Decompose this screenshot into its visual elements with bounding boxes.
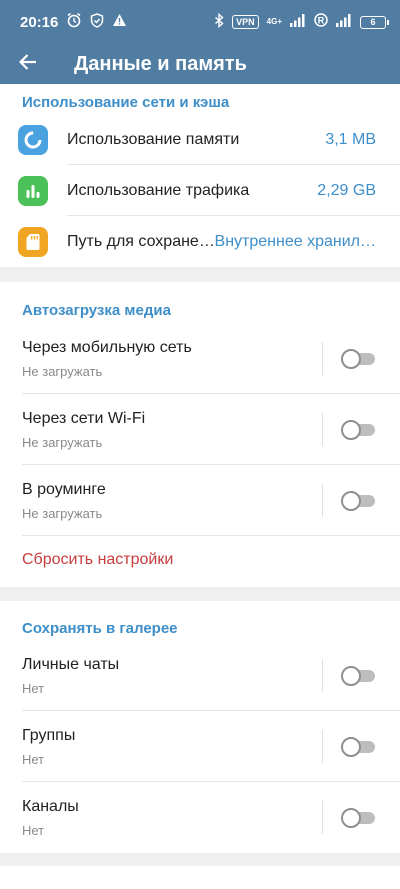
gallery-channels-row[interactable]: Каналы Нет — [0, 782, 400, 853]
signal-icon — [336, 13, 352, 31]
save-to-gallery-section: Сохранять в галерее Личные чаты Нет Груп… — [0, 601, 400, 853]
section-header-network: Использование сети и кэша — [22, 94, 230, 111]
roaming-icon: R — [314, 13, 328, 31]
battery-icon: 6 — [360, 15, 389, 29]
gallery-private-chats-label: Личные чаты — [22, 656, 120, 673]
bluetooth-icon — [214, 12, 224, 32]
media-autodownload-section: Автозагрузка медиа Через мобильную сеть … — [0, 282, 400, 587]
autodownload-roaming-toggle[interactable] — [341, 491, 375, 511]
autodownload-wifi-row[interactable]: Через сети Wi-Fi Не загружать — [0, 394, 400, 465]
autodownload-mobile-label: Через мобильную сеть — [22, 339, 192, 356]
gallery-groups-label: Группы — [22, 727, 76, 744]
section-header-gallery: Сохранять в галерее — [22, 620, 178, 637]
arrow-left-icon — [18, 53, 37, 76]
autodownload-mobile-row[interactable]: Через мобильную сеть Не загружать — [0, 323, 400, 394]
traffic-usage-label: Использование трафика — [67, 181, 250, 199]
gallery-groups-row[interactable]: Группы Нет — [0, 711, 400, 782]
signal-icon — [290, 13, 306, 31]
save-path-label: Путь для сохране… — [67, 232, 215, 250]
gallery-groups-toggle[interactable] — [341, 737, 375, 757]
autodownload-wifi-status: Не загружать — [22, 435, 103, 450]
gallery-groups-status: Нет — [22, 752, 45, 767]
reset-settings-button[interactable]: Сбросить настройки — [0, 536, 400, 587]
traffic-usage-value: 2,29 GB — [317, 181, 376, 199]
autodownload-wifi-toggle[interactable] — [341, 420, 375, 440]
gallery-private-chats-status: Нет — [22, 681, 45, 696]
autodownload-roaming-row[interactable]: В роуминге Не загружать — [0, 465, 400, 536]
alarm-icon — [66, 12, 82, 32]
gallery-private-chats-row[interactable]: Личные чаты Нет — [0, 640, 400, 711]
shield-icon — [90, 12, 104, 32]
gallery-channels-status: Нет — [22, 823, 45, 838]
save-path-value: Внутреннее хранил… — [214, 232, 376, 250]
gallery-channels-label: Каналы — [22, 798, 79, 815]
traffic-usage-row[interactable]: Использование трафика 2,29 GB — [0, 165, 400, 216]
status-bar: 20:16 VPN 4G+ R 6 — [0, 0, 400, 44]
network-type: 4G+ — [266, 17, 282, 26]
storage-pie-icon — [18, 124, 48, 155]
autodownload-roaming-status: Не загружать — [22, 506, 103, 521]
page-title: Данные и память — [74, 52, 247, 75]
save-path-row[interactable]: Путь для сохране… Внутреннее хранил… — [0, 216, 400, 267]
warning-icon — [112, 13, 127, 31]
autodownload-mobile-status: Не загружать — [22, 364, 103, 379]
next-section-partial — [0, 866, 400, 889]
status-time: 20:16 — [20, 13, 59, 31]
autodownload-roaming-label: В роуминге — [22, 481, 106, 498]
gallery-channels-toggle[interactable] — [341, 808, 375, 828]
sd-card-icon — [18, 226, 48, 257]
network-usage-section: Использование сети и кэша Использование … — [0, 84, 400, 267]
memory-usage-value: 3,1 MB — [325, 130, 376, 148]
autodownload-wifi-label: Через сети Wi-Fi — [22, 410, 146, 427]
autodownload-mobile-toggle[interactable] — [341, 349, 375, 369]
bar-chart-icon — [18, 175, 48, 206]
memory-usage-label: Использование памяти — [67, 130, 240, 148]
reset-settings-label: Сбросить настройки — [22, 551, 174, 568]
vpn-badge: VPN — [232, 15, 259, 29]
section-header-autodownload: Автозагрузка медиа — [22, 302, 171, 319]
back-button[interactable] — [0, 44, 56, 84]
svg-text:R: R — [318, 15, 325, 25]
memory-usage-row[interactable]: Использование памяти 3,1 MB — [0, 114, 400, 165]
app-bar: Данные и память — [0, 44, 400, 84]
gallery-private-chats-toggle[interactable] — [341, 666, 375, 686]
